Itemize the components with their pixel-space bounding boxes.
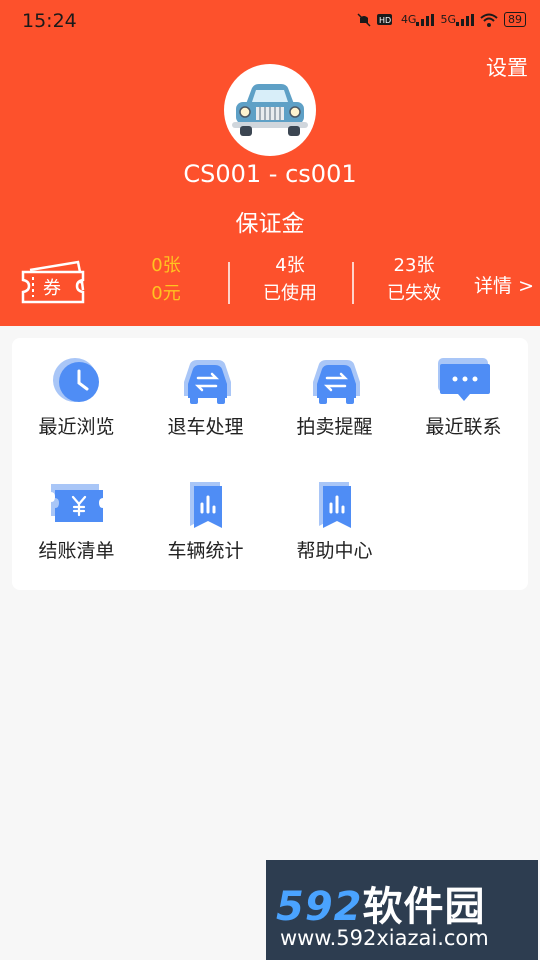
coupon-available-count: 0张 bbox=[151, 255, 181, 276]
coupon-used-count: 4张 bbox=[275, 255, 305, 276]
menu-item-return-car[interactable]: 退车处理 bbox=[141, 338, 270, 448]
menu-item-vehicle-stats[interactable]: 车辆统计 bbox=[141, 462, 270, 572]
details-link[interactable]: 详情 > bbox=[474, 271, 534, 298]
avatar[interactable] bbox=[224, 64, 316, 156]
status-time: 15:24 bbox=[22, 10, 77, 32]
battery-indicator: 89 bbox=[504, 12, 526, 27]
watermark-logo: 592软件园 bbox=[276, 884, 486, 930]
menu-label: 最近联系 bbox=[425, 416, 502, 438]
menu-label: 结账清单 bbox=[38, 540, 115, 562]
coupon-expired-label: 已失效 bbox=[387, 283, 441, 304]
coupon-summary: 券 0张 0元 4张 已使用 23张 已失效 详情 > bbox=[0, 252, 540, 314]
watermark-banner: 592软件园 www.592xiazai.com bbox=[266, 860, 538, 960]
menu-item-checkout-list[interactable]: 结账清单 bbox=[12, 462, 141, 572]
svg-text:券: 券 bbox=[43, 278, 61, 299]
car-exchange-icon bbox=[312, 360, 360, 404]
menu-item-recent-browsing[interactable]: 最近浏览 bbox=[12, 338, 141, 448]
chart-bookmark-icon bbox=[318, 482, 351, 528]
menu-label: 拍卖提醒 bbox=[296, 416, 373, 438]
yen-ticket-icon bbox=[50, 484, 103, 522]
menu-label: 帮助中心 bbox=[296, 540, 373, 562]
status-icons: HD 4G 5G 89 bbox=[357, 12, 526, 27]
menu-item-auction-reminder[interactable]: 拍卖提醒 bbox=[270, 338, 399, 448]
menu-label: 退车处理 bbox=[167, 416, 244, 438]
menu-grid: 最近浏览 退车处理 拍卖提醒 最近联系 结账清单 车辆统计 帮助中心 bbox=[12, 338, 528, 590]
settings-button[interactable]: 设置 bbox=[486, 52, 528, 82]
menu-item-recent-contacts[interactable]: 最近联系 bbox=[399, 338, 528, 448]
coupon-expired-count: 23张 bbox=[393, 255, 435, 276]
menu-label: 车辆统计 bbox=[167, 540, 244, 562]
stat-divider bbox=[352, 262, 354, 304]
car-avatar-icon bbox=[232, 84, 308, 136]
signal-4g-icon: 4G bbox=[401, 13, 435, 27]
coupon-available[interactable]: 0张 0元 bbox=[128, 252, 204, 308]
chart-bookmark-icon bbox=[189, 482, 222, 528]
clock-icon bbox=[52, 358, 99, 402]
svg-text:HD: HD bbox=[379, 16, 391, 25]
coupon-available-amount: 0元 bbox=[151, 283, 181, 304]
car-exchange-icon bbox=[183, 360, 231, 404]
menu-item-help-center[interactable]: 帮助中心 bbox=[270, 462, 399, 572]
menu-label: 最近浏览 bbox=[38, 416, 115, 438]
hd-icon: HD bbox=[376, 13, 395, 27]
account-name: CS001 - cs001 bbox=[183, 160, 357, 188]
profile-header: 15:24 HD 4G 5G 89 设置 CS001 - cs001 保证金 券… bbox=[0, 0, 540, 326]
mute-icon bbox=[357, 12, 371, 27]
watermark-url: www.592xiazai.com bbox=[280, 926, 489, 950]
signal-5g-icon: 5G bbox=[440, 13, 474, 27]
message-icon bbox=[437, 358, 490, 401]
coupon-icon: 券 bbox=[21, 260, 85, 304]
wifi-icon bbox=[480, 13, 498, 27]
coupon-expired[interactable]: 23张 已失效 bbox=[376, 252, 452, 308]
deposit-title[interactable]: 保证金 bbox=[0, 204, 540, 238]
stat-divider bbox=[228, 262, 230, 304]
coupon-used-label: 已使用 bbox=[263, 283, 317, 304]
coupon-used[interactable]: 4张 已使用 bbox=[252, 252, 328, 308]
